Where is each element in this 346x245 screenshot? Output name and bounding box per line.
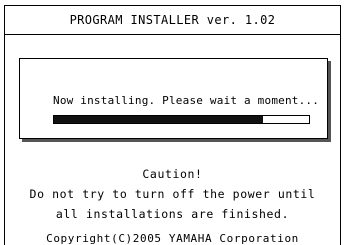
caution-heading: Caution! bbox=[142, 167, 203, 181]
progress-bar bbox=[53, 115, 310, 124]
caution-line-2: all installations are finished. bbox=[55, 207, 290, 221]
window-title: PROGRAM INSTALLER ver. 1.02 bbox=[5, 6, 340, 35]
installer-window: PROGRAM INSTALLER ver. 1.02 Now installi… bbox=[4, 5, 341, 245]
copyright-text: Copyright(C)2005 YAMAHA Corporation bbox=[46, 232, 299, 245]
caution-line-1: Do not try to turn off the power until bbox=[29, 187, 316, 201]
caution-notice: Caution! Do not try to turn off the powe… bbox=[5, 164, 340, 224]
progress-bar-fill bbox=[54, 116, 264, 123]
progress-panel: Now installing. Please wait a moment... bbox=[19, 58, 328, 139]
status-message: Now installing. Please wait a moment... bbox=[53, 94, 320, 107]
